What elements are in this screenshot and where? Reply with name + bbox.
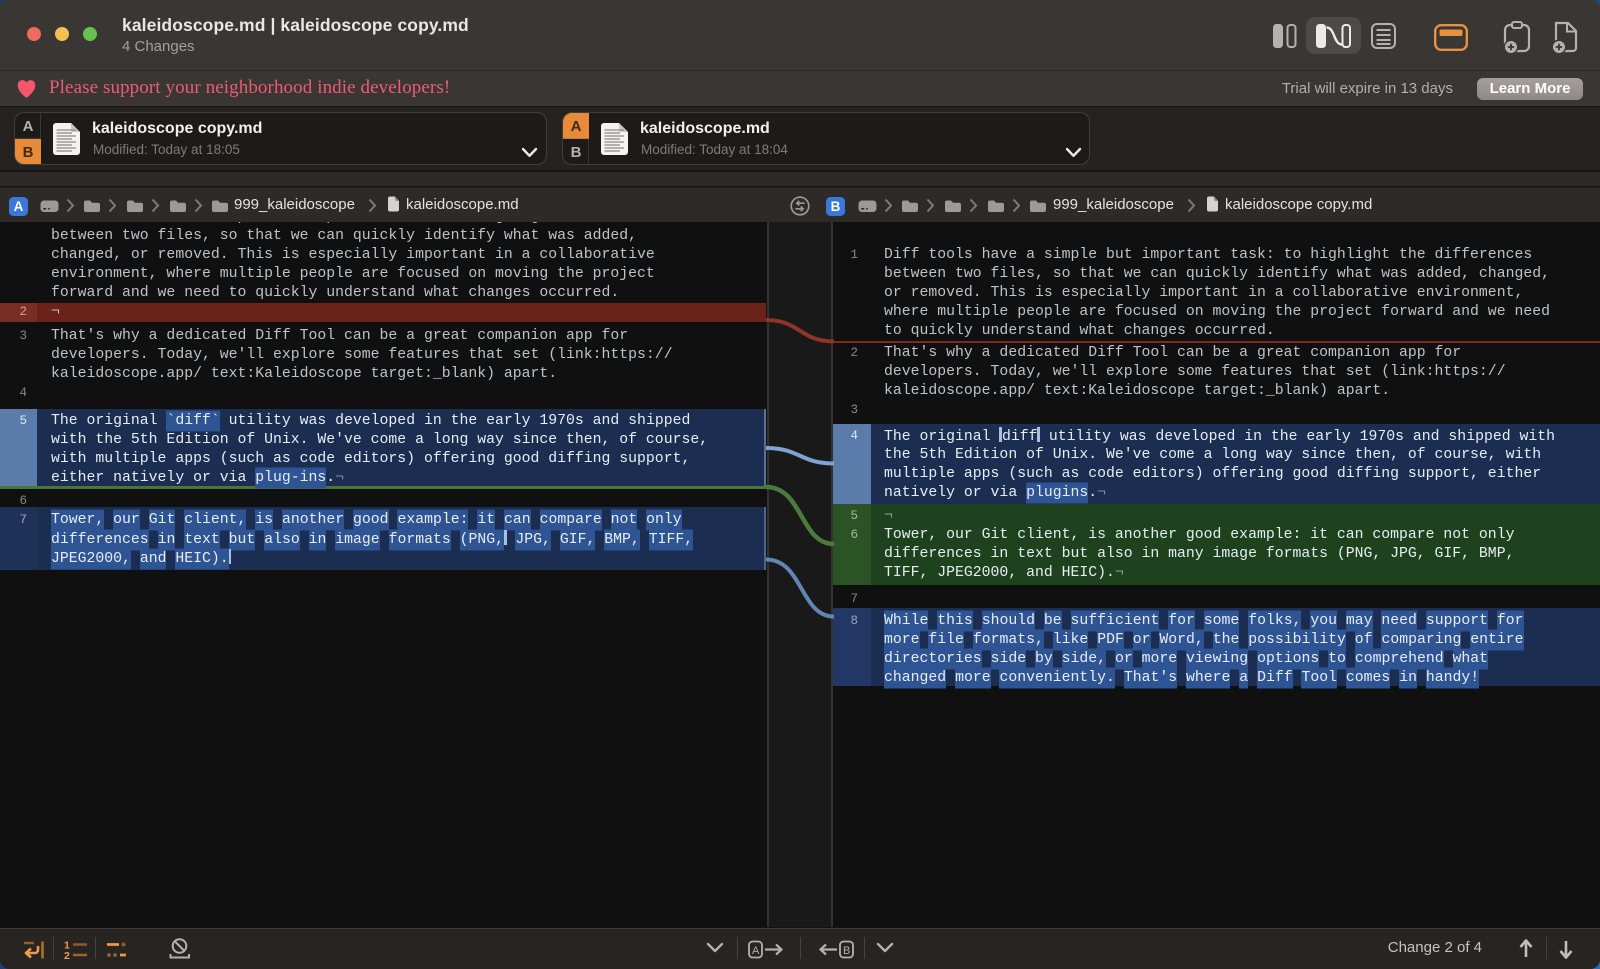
- svg-text:B: B: [843, 945, 850, 957]
- svg-text:2: 2: [64, 950, 70, 960]
- svg-text:A: A: [752, 945, 760, 957]
